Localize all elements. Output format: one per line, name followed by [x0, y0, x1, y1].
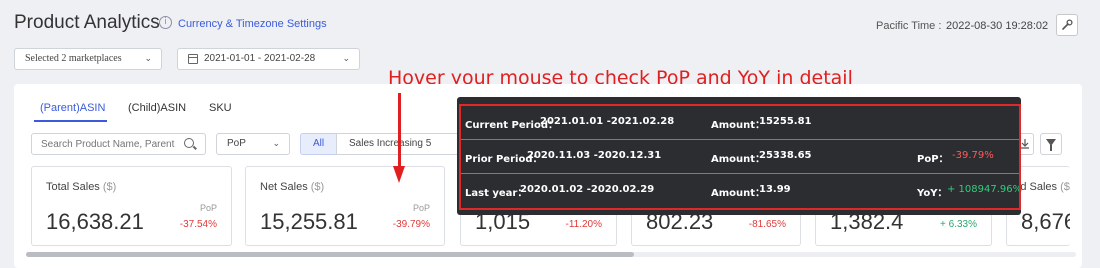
card-pop-label: PoP [199, 203, 217, 213]
page-title: Product Analytics [14, 12, 160, 33]
card-pop-change: -39.79% [392, 219, 430, 230]
segment-all[interactable]: All [300, 133, 337, 155]
active-tab-indicator [34, 120, 107, 122]
wrench-icon [1062, 19, 1073, 30]
card-pop-change: -81.65% [748, 219, 786, 230]
compare-mode-select[interactable]: PoP ⌄ [216, 133, 290, 155]
info-icon[interactable]: i [159, 16, 172, 29]
date-range-value: 2021-01-01 - 2021-02-28 [204, 53, 316, 64]
marketplace-select-value: Selected 2 marketplaces [25, 53, 122, 64]
card-value: 16,638.21 [46, 209, 144, 234]
compare-mode-value: PoP [227, 138, 246, 149]
time-label: Pacific Time : [876, 20, 942, 32]
metric-card-total-sales[interactable]: Total Sales ($) 16,638.21 PoP -37.54% [31, 166, 232, 246]
tab-child-asin[interactable]: (Child)ASIN [128, 102, 186, 114]
tab-parent-asin[interactable]: (Parent)ASIN [40, 102, 105, 114]
time-value: 2022-08-30 19:28:02 [946, 20, 1049, 32]
metric-card-net-sales[interactable]: Net Sales ($) 15,255.81 PoP -39.79% [245, 166, 445, 246]
card-pop-label: PoP [412, 203, 430, 213]
card-label: Total Sales ($) [46, 181, 117, 193]
filter-icon [1046, 139, 1056, 151]
filter-button[interactable] [1040, 133, 1062, 155]
annotation-arrow-head [393, 166, 405, 183]
card-pop-change: -37.54% [179, 219, 217, 230]
search-input[interactable] [31, 133, 206, 155]
card-label: Net Sales ($) [260, 181, 325, 193]
search-icon[interactable] [184, 138, 194, 148]
horizontal-scrollbar-thumb[interactable] [26, 252, 634, 257]
marketplace-select[interactable]: Selected 2 marketplaces ⌄ [14, 48, 162, 70]
segment-sales-increasing[interactable]: Sales Increasing 5 [336, 133, 458, 155]
tab-sku[interactable]: SKU [209, 102, 232, 114]
chevron-down-icon: ⌄ [272, 139, 280, 149]
card-value: 8,676 [1021, 209, 1070, 234]
chevron-down-icon: ⌄ [144, 54, 152, 64]
date-range-picker[interactable]: 2021-01-01 - 2021-02-28 ⌄ [177, 48, 360, 70]
chevron-down-icon: ⌄ [342, 54, 350, 64]
settings-button[interactable] [1056, 14, 1078, 36]
card-value: 15,255.81 [260, 209, 358, 234]
calendar-icon [188, 54, 198, 64]
annotation-arrow-line [398, 93, 401, 167]
card-pop-change: + 6.33% [940, 219, 977, 230]
tooltip-highlight-frame [459, 104, 1021, 210]
card-pop-change: -11.20% [565, 219, 602, 230]
currency-timezone-settings-link[interactable]: Currency & Timezone Settings [178, 18, 327, 30]
